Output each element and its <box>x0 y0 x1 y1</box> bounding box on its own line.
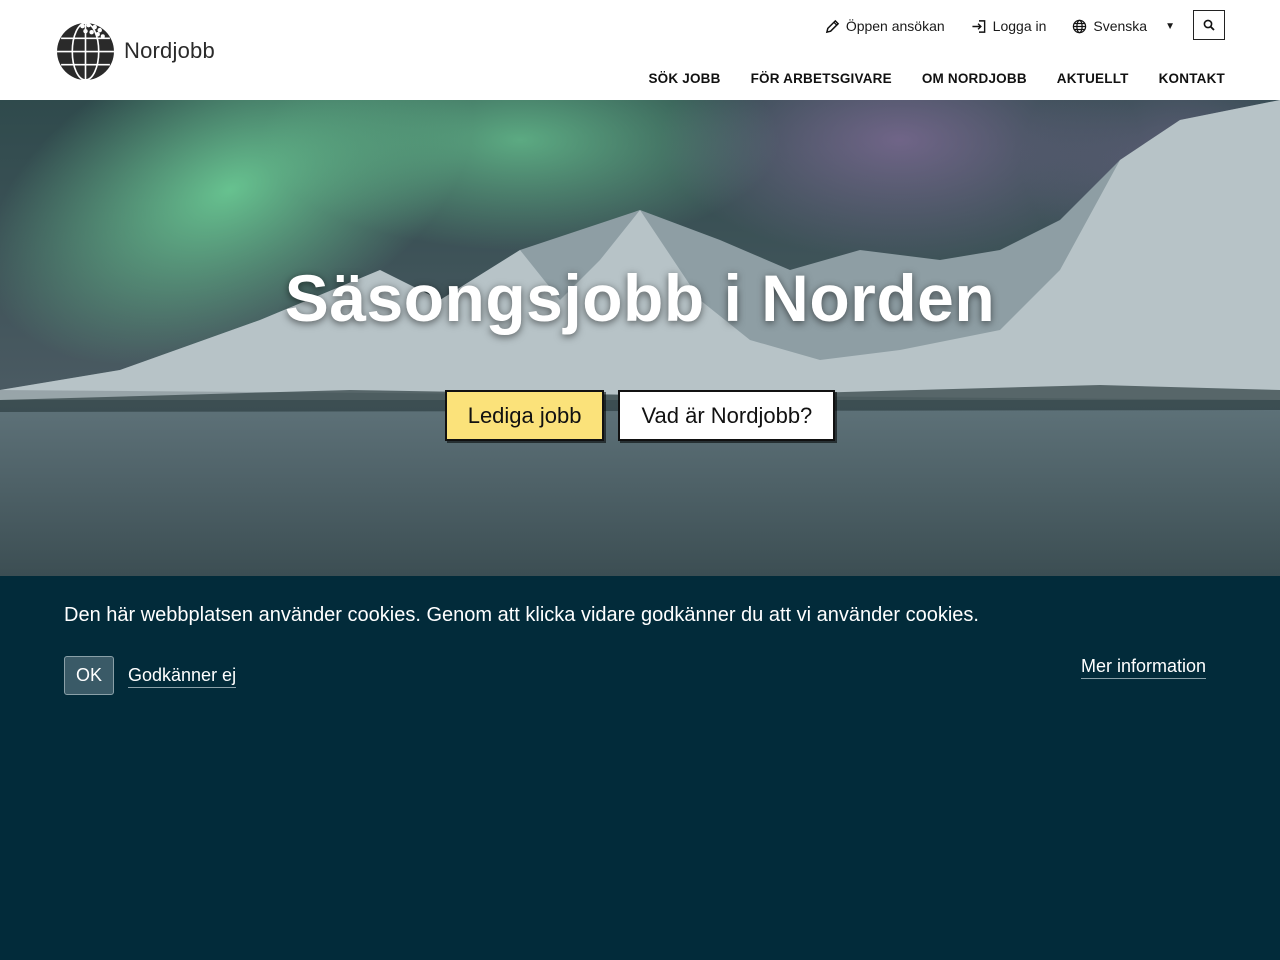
login-icon <box>972 19 985 33</box>
open-application-link[interactable]: Öppen ansökan <box>825 18 945 34</box>
language-label: Svenska <box>1093 18 1148 34</box>
open-application-label: Öppen ansökan <box>845 18 945 34</box>
globe-logo-icon <box>57 22 114 81</box>
utility-bar: Öppen ansökan Logga in Svenska ▼ <box>799 16 1175 36</box>
available-jobs-button[interactable]: Lediga jobb <box>444 390 605 441</box>
cookie-more-info-link[interactable]: Mer information <box>1080 656 1206 679</box>
site-header: Nordjobb Öppen ansökan Logga in Svenska … <box>0 0 1280 100</box>
login-link[interactable]: Logga in <box>971 18 1047 34</box>
cookie-message: Den här webbplatsen använder cookies. Ge… <box>64 604 979 626</box>
nav-item-employers[interactable]: FÖR ARBETSGIVARE <box>751 71 892 86</box>
globe-icon <box>1073 19 1087 33</box>
search-icon <box>1203 19 1215 31</box>
hero-background-image <box>0 100 1280 576</box>
nav-item-contact[interactable]: KONTAKT <box>1159 71 1225 86</box>
caret-down-icon: ▼ <box>1165 20 1175 32</box>
search-button[interactable] <box>1193 10 1225 40</box>
logo[interactable]: Nordjobb <box>55 20 215 81</box>
cookie-decline-link[interactable]: Godkänner ej <box>128 665 237 688</box>
pencil-icon <box>825 19 839 33</box>
hero-buttons: Lediga jobb Vad är Nordjobb? <box>0 390 1280 441</box>
language-selector[interactable]: Svenska ▼ <box>1072 18 1175 34</box>
login-label: Logga in <box>992 18 1047 34</box>
nav-item-news[interactable]: AKTUELLT <box>1057 71 1129 86</box>
cookie-accept-button[interactable]: OK <box>64 656 114 695</box>
what-is-nordjobb-button[interactable]: Vad är Nordjobb? <box>618 390 836 441</box>
nav-item-about[interactable]: OM NORDJOBB <box>922 71 1027 86</box>
cookie-banner: Den här webbplatsen använder cookies. Ge… <box>0 576 1280 960</box>
logo-text: Nordjobb <box>124 37 215 63</box>
main-nav: SÖK JOBB FÖR ARBETSGIVARE OM NORDJOBB AK… <box>618 71 1225 86</box>
nav-item-search-jobs[interactable]: SÖK JOBB <box>648 71 720 86</box>
hero-section: Säsongsjobb i Norden Lediga jobb Vad är … <box>0 100 1280 576</box>
hero-title: Säsongsjobb i Norden <box>284 261 996 335</box>
